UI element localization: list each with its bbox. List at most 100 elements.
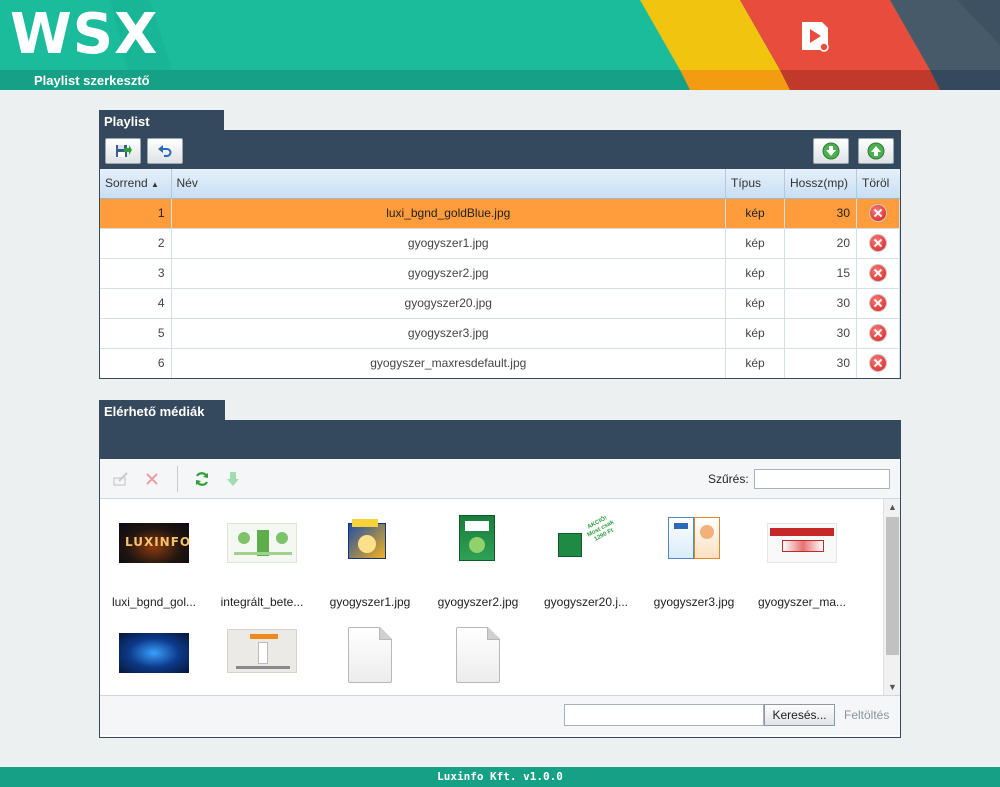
scroll-up-icon[interactable]: ▲	[884, 499, 900, 515]
media-item[interactable]	[100, 621, 208, 673]
row-name[interactable]: gyogyszer1.jpg	[171, 228, 726, 259]
row-type: kép	[725, 228, 785, 259]
table-row[interactable]: 1 luxi_bgnd_goldBlue.jpg kép 30	[100, 198, 900, 229]
row-order: 2	[100, 228, 172, 259]
doctor-slide-thumbnail	[227, 629, 297, 673]
search-input[interactable]	[564, 704, 764, 726]
media-item[interactable]: gyogyszer_ma...	[748, 511, 856, 609]
column-header-delete: Töröl	[856, 169, 900, 199]
media-item[interactable]	[208, 621, 316, 673]
scroll-down-icon[interactable]: ▼	[884, 679, 900, 695]
row-type: kép	[725, 198, 785, 229]
sort-ascending-icon: ▲	[151, 180, 159, 190]
filter-input[interactable]	[754, 469, 890, 489]
media-item[interactable]: integrált_bete...	[208, 511, 316, 609]
refresh-button[interactable]	[193, 471, 211, 487]
app-logo: WSX	[10, 2, 159, 67]
table-row[interactable]: 5 gyogyszer3.jpg kép 30	[100, 318, 900, 349]
blue-tech-thumbnail	[119, 633, 189, 673]
save-export-icon	[116, 145, 132, 157]
filter-label: Szűrés:	[708, 472, 749, 486]
table-row[interactable]: 6 gyogyszer_maxresdefault.jpg kép 30	[100, 348, 900, 378]
save-playlist-button[interactable]	[105, 138, 141, 164]
edit-button[interactable]	[112, 471, 130, 487]
playlist-table: Sorrend ▲ Név Típus Hossz(mp) Töröl 1 lu…	[100, 169, 900, 378]
media-item[interactable]: gyogyszer1.jpg	[316, 511, 424, 609]
move-up-button[interactable]	[858, 138, 894, 164]
app-footer: Luxinfo Kft. v1.0.0	[0, 767, 1000, 787]
arrow-up-icon	[867, 142, 885, 160]
media-item-caption: gyogyszer2.jpg	[437, 595, 519, 609]
media-item-caption: integrált_bete...	[220, 595, 304, 609]
table-row[interactable]: 3 gyogyszer2.jpg kép 15	[100, 258, 900, 289]
media-item-caption: gyogyszer_ma...	[757, 595, 847, 609]
move-down-button[interactable]	[813, 138, 849, 164]
arrow-down-icon	[822, 142, 840, 160]
row-name[interactable]: gyogyszer2.jpg	[171, 258, 726, 289]
column-header-length[interactable]: Hossz(mp)	[784, 169, 857, 199]
add-to-playlist-button[interactable]	[224, 471, 242, 487]
row-delete-cell	[856, 318, 900, 349]
row-length[interactable]: 30	[784, 318, 857, 349]
neo-citran-box-thumbnail	[348, 517, 392, 563]
delete-media-button[interactable]	[143, 471, 161, 487]
column-header-name[interactable]: Név	[171, 169, 726, 199]
media-scrollbar[interactable]: ▲ ▼	[883, 499, 900, 695]
row-name[interactable]: luxi_bgnd_goldBlue.jpg	[171, 198, 726, 229]
search-button[interactable]: Keresés...	[764, 704, 835, 726]
close-icon	[146, 473, 158, 485]
arrow-down-icon	[227, 472, 239, 486]
luxinfo-thumbnail: LUXINFO	[119, 523, 190, 563]
row-name[interactable]: gyogyszer_maxresdefault.jpg	[171, 348, 726, 378]
play-logo-icon	[802, 22, 829, 52]
playlist-panel: Sorrend ▲ Név Típus Hossz(mp) Töröl 1 lu…	[99, 130, 901, 379]
toolbar-separator	[177, 466, 178, 492]
row-length[interactable]: 30	[784, 198, 857, 229]
media-item-caption: luxi_bgnd_gol...	[111, 595, 197, 609]
promo-thumbnail: AKCIÓ! Most csak 1290 Ft	[556, 515, 616, 563]
delete-icon[interactable]	[870, 325, 886, 341]
delete-icon[interactable]	[870, 295, 886, 311]
media-item[interactable]: AKCIÓ! Most csak 1290 Ft gyogyszer20.j..…	[532, 511, 640, 609]
table-row[interactable]: 2 gyogyszer1.jpg kép 20	[100, 228, 900, 259]
delete-icon[interactable]	[870, 205, 886, 221]
row-delete-cell	[856, 288, 900, 319]
media-item[interactable]: gyogyszer2.jpg	[424, 511, 532, 609]
generic-file-icon	[424, 627, 532, 683]
playlist-toolbar	[100, 131, 900, 169]
media-panel: Szűrés: LUXINFO luxi_bgnd_gol... integrá…	[99, 420, 901, 738]
undo-button[interactable]	[147, 138, 183, 164]
media-item[interactable]: gyogyszer3.jpg	[640, 511, 748, 609]
upload-link[interactable]: Feltöltés	[844, 708, 889, 722]
row-name[interactable]: gyogyszer20.jpg	[171, 288, 726, 319]
row-delete-cell	[856, 258, 900, 289]
column-header-type[interactable]: Típus	[725, 169, 785, 199]
delete-icon[interactable]	[870, 265, 886, 281]
row-length[interactable]: 15	[784, 258, 857, 289]
media-header-bar	[100, 421, 900, 459]
box-thumbnail	[666, 515, 722, 563]
media-tab: Elérhető médiák	[99, 400, 225, 421]
media-toolbar: Szűrés:	[100, 459, 900, 499]
delete-icon[interactable]	[870, 235, 886, 251]
row-type: kép	[725, 318, 785, 349]
row-order: 4	[100, 288, 172, 319]
row-length[interactable]: 20	[784, 228, 857, 259]
row-name[interactable]: gyogyszer3.jpg	[171, 318, 726, 349]
table-row[interactable]: 4 gyogyszer20.jpg kép 30	[100, 288, 900, 319]
row-length[interactable]: 30	[784, 288, 857, 319]
page-title: Playlist szerkesztő	[34, 73, 150, 88]
app-header: WSX Playlist szerkesztő	[0, 0, 1000, 90]
delete-icon[interactable]	[870, 355, 886, 372]
media-item[interactable]	[316, 621, 424, 683]
row-order: 6	[100, 348, 172, 378]
column-header-order[interactable]: Sorrend ▲	[100, 169, 172, 199]
vicks-box-thumbnail	[457, 515, 499, 563]
media-item[interactable]: LUXINFO luxi_bgnd_gol...	[100, 511, 208, 609]
row-length[interactable]: 30	[784, 348, 857, 378]
undo-icon	[158, 145, 172, 157]
infographic-thumbnail	[227, 523, 297, 563]
media-item[interactable]	[424, 621, 532, 683]
scrollbar-thumb[interactable]	[886, 517, 899, 655]
media-item-caption: gyogyszer20.j...	[543, 595, 629, 609]
